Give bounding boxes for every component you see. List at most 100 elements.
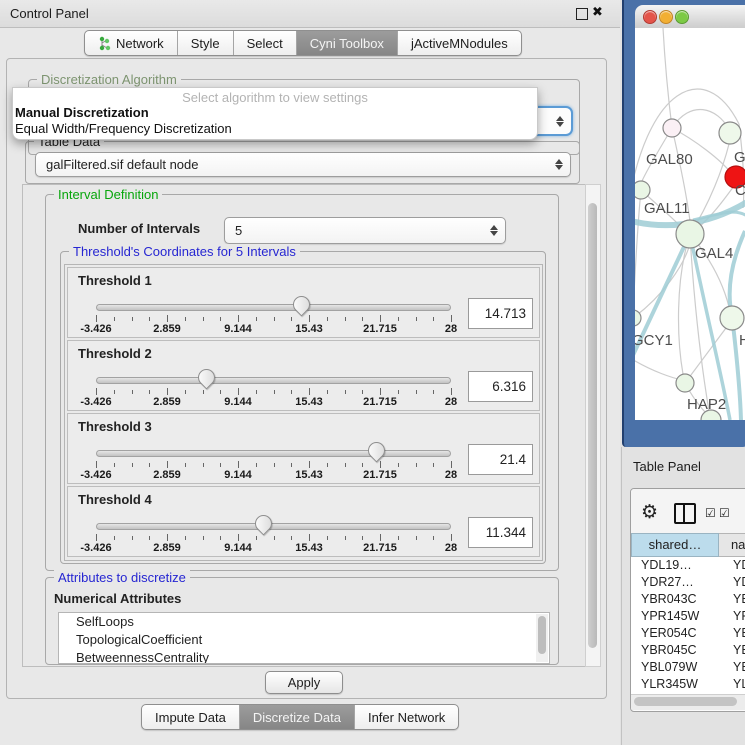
threshold-1-slider[interactable]: -3.4262.8599.14415.4321.71528 [96,301,451,335]
table-body: YDL19…YDL1YDR27…YDR2YBR043CYBR0YPR145WYP… [631,557,745,694]
settings-vertical-scrollbar[interactable] [585,184,601,667]
node-label: GAL11 [644,200,690,217]
apply-button[interactable]: Apply [265,671,343,694]
thresholds-list: Threshold 1 -3.4262.8599.14415.4321.7152… [64,264,543,561]
list-item[interactable]: SelfLoops [59,613,549,631]
threshold-4-label: Threshold 4 [78,492,152,507]
table-row[interactable]: YLR345WYLR3 [631,676,745,693]
slider-track[interactable] [96,523,451,530]
node-gal11[interactable] [635,181,650,199]
threshold-4-row: Threshold 4 -3.4262.8599.14415.4321.7152… [67,486,540,557]
slider-track[interactable] [96,377,451,384]
tab-select[interactable]: Select [234,31,297,55]
node-label: GCY1 [635,332,673,349]
node-gal4[interactable] [676,220,704,248]
threshold-4-value-field[interactable]: 11.344 [468,517,533,548]
slider-ticks [96,461,451,469]
tab-style[interactable]: Style [178,31,234,55]
menu-item-manual-discretization[interactable]: Manual Discretization [13,105,537,121]
slider-ticks [96,388,451,396]
threshold-2-value-field[interactable]: 6.316 [468,371,533,402]
tab-infer-network[interactable]: Infer Network [355,705,458,729]
threshold-1-row: Threshold 1 -3.4262.8599.14415.4321.7152… [67,267,540,338]
menu-item-equal-width-frequency[interactable]: Equal Width/Frequency Discretization [13,121,537,137]
split-columns-icon[interactable] [674,503,696,524]
algorithm-prompt: Select algorithm to view settings [13,88,537,105]
checkbox-checked-icon[interactable]: ☑ [719,506,730,520]
node-top-right[interactable] [719,122,741,144]
node-right[interactable] [720,306,744,330]
table-row[interactable]: YBL079WYBL0 [631,659,745,676]
panel-title: Control Panel [10,6,89,21]
tab-cyni-toolbox[interactable]: Cyni Toolbox [297,31,398,55]
number-of-intervals-label: Number of Intervals [78,221,200,236]
table-row[interactable]: YDR27…YDR2 [631,574,745,591]
table-row[interactable]: YER054CYER0 [631,625,745,642]
tab-jactivemnodules[interactable]: jActiveMNodules [398,31,521,55]
minimize-traffic-light-icon[interactable] [659,10,673,24]
table-row[interactable]: YPR145WYPR1 [631,608,745,625]
slider-track[interactable] [96,450,451,457]
checkbox-checked-icon[interactable]: ☑ [705,506,716,520]
slider-tick-labels: -3.4262.8599.14415.4321.71528 [96,396,451,408]
numerical-attributes-list[interactable]: SelfLoops TopologicalCoefficient Between… [58,612,550,664]
zoom-traffic-light-icon[interactable] [675,10,689,24]
algorithm-dropdown-popup: Select algorithm to view settings Manual… [12,87,538,140]
interval-definition-group: Interval Definition Number of Intervals … [45,194,559,571]
table-panel-title: Table Panel [633,459,701,474]
interval-definition-title: Interval Definition [54,187,162,202]
network-window-titlebar [635,5,745,29]
number-of-intervals-combobox[interactable]: 5 [224,217,506,244]
attributes-group: Attributes to discretize Numerical Attri… [45,577,559,665]
slider-tick-labels: -3.4262.8599.14415.4321.71528 [96,469,451,481]
table-data-group: Table Data galFiltered.sif default node [25,141,580,184]
node-label: C [735,182,745,199]
bottom-tab-bar: Impute Data Discretize Data Infer Networ… [141,704,459,730]
slider-tick-labels: -3.4262.8599.14415.4321.71528 [96,542,451,554]
threshold-3-slider[interactable]: -3.4262.8599.14415.4321.71528 [96,447,451,481]
column-header-name[interactable]: na [719,533,745,557]
slider-ticks [96,315,451,323]
number-of-intervals-value: 5 [235,223,242,238]
gear-icon[interactable]: ⚙ [641,501,658,524]
threshold-2-slider[interactable]: -3.4262.8599.14415.4321.71528 [96,374,451,408]
table-row[interactable]: YBR043CYBR0 [631,591,745,608]
column-header-shared-name[interactable]: shared… [631,533,719,557]
float-window-icon[interactable] [576,8,588,20]
tab-network[interactable]: Network [85,31,178,55]
panel-divider [621,447,622,745]
network-canvas[interactable]: GAL80 GA C GAL11 GAL4 GCY1 H HAP2 [635,28,745,420]
combo-stepper-icon [490,218,498,243]
threshold-1-value-field[interactable]: 14.713 [468,298,533,329]
node-hap2[interactable] [676,374,694,392]
close-traffic-light-icon[interactable] [643,10,657,24]
threshold-4-slider[interactable]: -3.4262.8599.14415.4321.71528 [96,520,451,554]
threshold-2-label: Threshold 2 [78,346,152,361]
table-header-row: shared… na [631,533,745,557]
tab-network-label: Network [116,36,164,51]
threshold-1-label: Threshold 1 [78,273,152,288]
slider-ticks [96,534,451,542]
discretization-algorithm-group-title: Discretization Algorithm [37,72,181,87]
table-toolbar: ⚙ ☑ ☑ [631,489,745,533]
table-row[interactable]: YDL19…YDL1 [631,557,745,574]
threshold-3-value-field[interactable]: 21.4 [468,444,533,475]
list-item[interactable]: BetweennessCentrality [59,649,549,664]
tab-impute-data[interactable]: Impute Data [142,705,240,729]
tab-discretize-data[interactable]: Discretize Data [240,705,355,729]
table-horizontal-scrollbar[interactable] [631,694,745,710]
top-tab-bar: Network Style Select Cyni Toolbox jActiv… [84,30,522,56]
node-label: HAP2 [687,396,726,413]
slider-track[interactable] [96,304,451,311]
list-item[interactable]: TopologicalCoefficient [59,631,549,649]
combo-stepper-icon [556,108,564,134]
node-label: GAL80 [646,151,693,168]
close-icon[interactable]: ✖ [592,4,603,20]
table-row[interactable]: YBR045CYBR0 [631,642,745,659]
table-data-combobox[interactable]: galFiltered.sif default node [35,152,571,177]
control-panel-titlebar: Control Panel ✖ [0,0,620,28]
slider-tick-labels: -3.4262.8599.14415.4321.71528 [96,323,451,335]
list-scrollbar[interactable] [536,614,548,662]
node-gal80[interactable] [663,119,681,137]
node-label: H [739,332,745,349]
